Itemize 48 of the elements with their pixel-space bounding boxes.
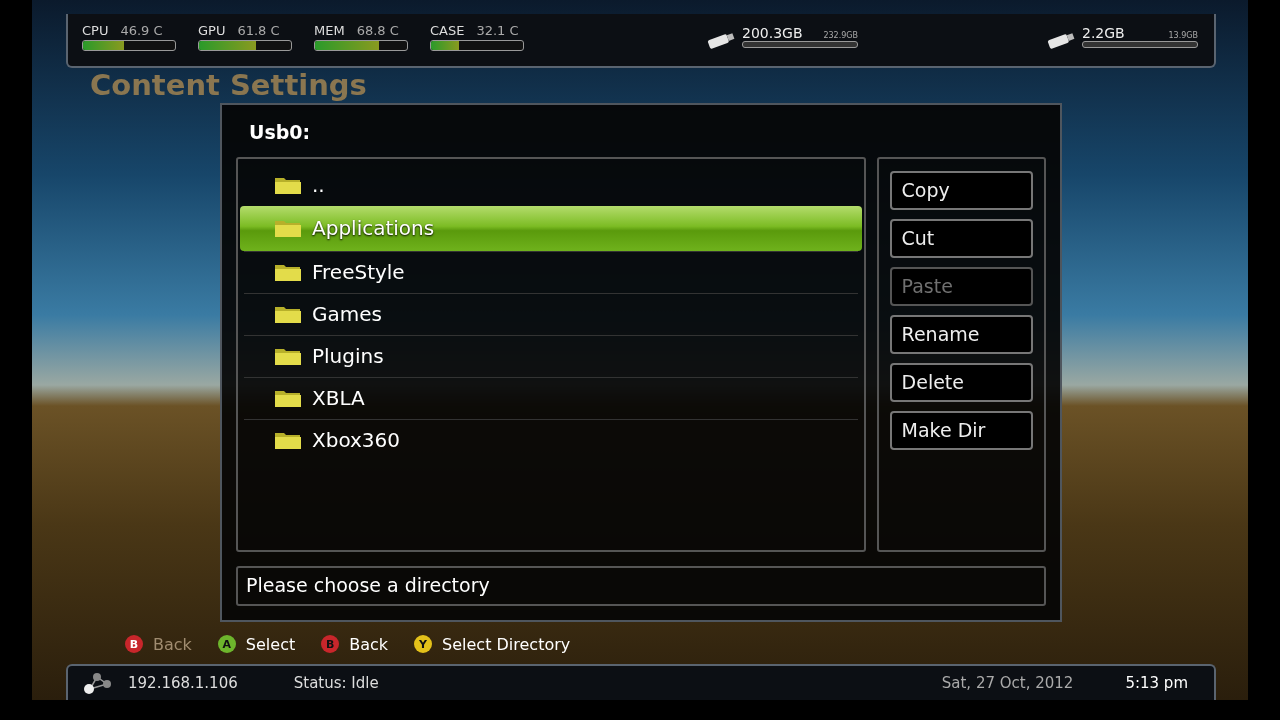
time-text: 5:13 pm xyxy=(1125,674,1188,692)
folder-icon xyxy=(274,304,302,325)
action-button[interactable]: Copy xyxy=(889,170,1033,210)
controller-button-icon: B xyxy=(321,635,340,653)
meter-reading: 32.1 C xyxy=(476,23,519,38)
controller-button-icon: Y xyxy=(414,635,433,653)
folder-icon xyxy=(274,218,302,239)
drive-capacity: 13.9GB xyxy=(1168,30,1198,40)
meter-reading: 68.8 C xyxy=(356,23,399,38)
button-hint-label: Back xyxy=(349,634,389,654)
folder-item[interactable]: FreeStyle xyxy=(244,250,858,293)
folder-icon xyxy=(274,175,302,196)
controller-button-icon: B xyxy=(125,635,143,653)
meter-label: GPU xyxy=(198,23,226,38)
meter-reading: 46.9 C xyxy=(120,23,163,38)
folder-icon xyxy=(274,346,302,367)
button-hint-label: Back xyxy=(153,634,192,654)
action-button[interactable]: Cut xyxy=(889,218,1033,258)
action-button[interactable]: Delete xyxy=(889,362,1033,402)
drive-free-space: 200.3GB xyxy=(742,24,803,41)
usb-drive-icon xyxy=(706,31,736,49)
status-text: Status: Idle xyxy=(293,674,379,692)
ip-address: 192.168.1.106 xyxy=(128,674,238,692)
date-text: Sat, 27 Oct, 2012 xyxy=(941,674,1074,692)
meter-reading: 61.8 C xyxy=(237,23,280,38)
meter-label: CASE xyxy=(430,23,465,38)
controller-button-icon: A xyxy=(217,635,236,653)
folder-item[interactable]: Games xyxy=(244,292,858,335)
drive-capacity: 232.9GB xyxy=(823,30,858,40)
page-title: Content Settings xyxy=(90,68,368,102)
meter-label: MEM xyxy=(314,23,345,38)
folder-item[interactable]: XBLA xyxy=(244,376,858,419)
folder-item[interactable]: Plugins xyxy=(244,334,858,377)
folder-icon xyxy=(274,430,302,451)
action-button[interactable]: Make Dir xyxy=(889,410,1033,450)
usb-drive-icon xyxy=(1046,31,1076,49)
message-box: Please choose a directory xyxy=(236,566,1046,606)
folder-icon xyxy=(274,388,302,409)
folder-item[interactable]: Xbox360 xyxy=(244,418,858,461)
button-hint-label: Select xyxy=(245,634,296,654)
dialog-title: Usb0: xyxy=(248,120,312,145)
drive-free-space: 2.2GB xyxy=(1082,24,1125,41)
folder-item[interactable]: .. xyxy=(244,164,858,206)
meter-label: CPU xyxy=(82,23,109,38)
action-button[interactable]: Rename xyxy=(889,314,1033,354)
button-hint-label: Select Directory xyxy=(442,634,571,654)
network-icon xyxy=(82,671,112,695)
folder-icon xyxy=(274,262,302,283)
